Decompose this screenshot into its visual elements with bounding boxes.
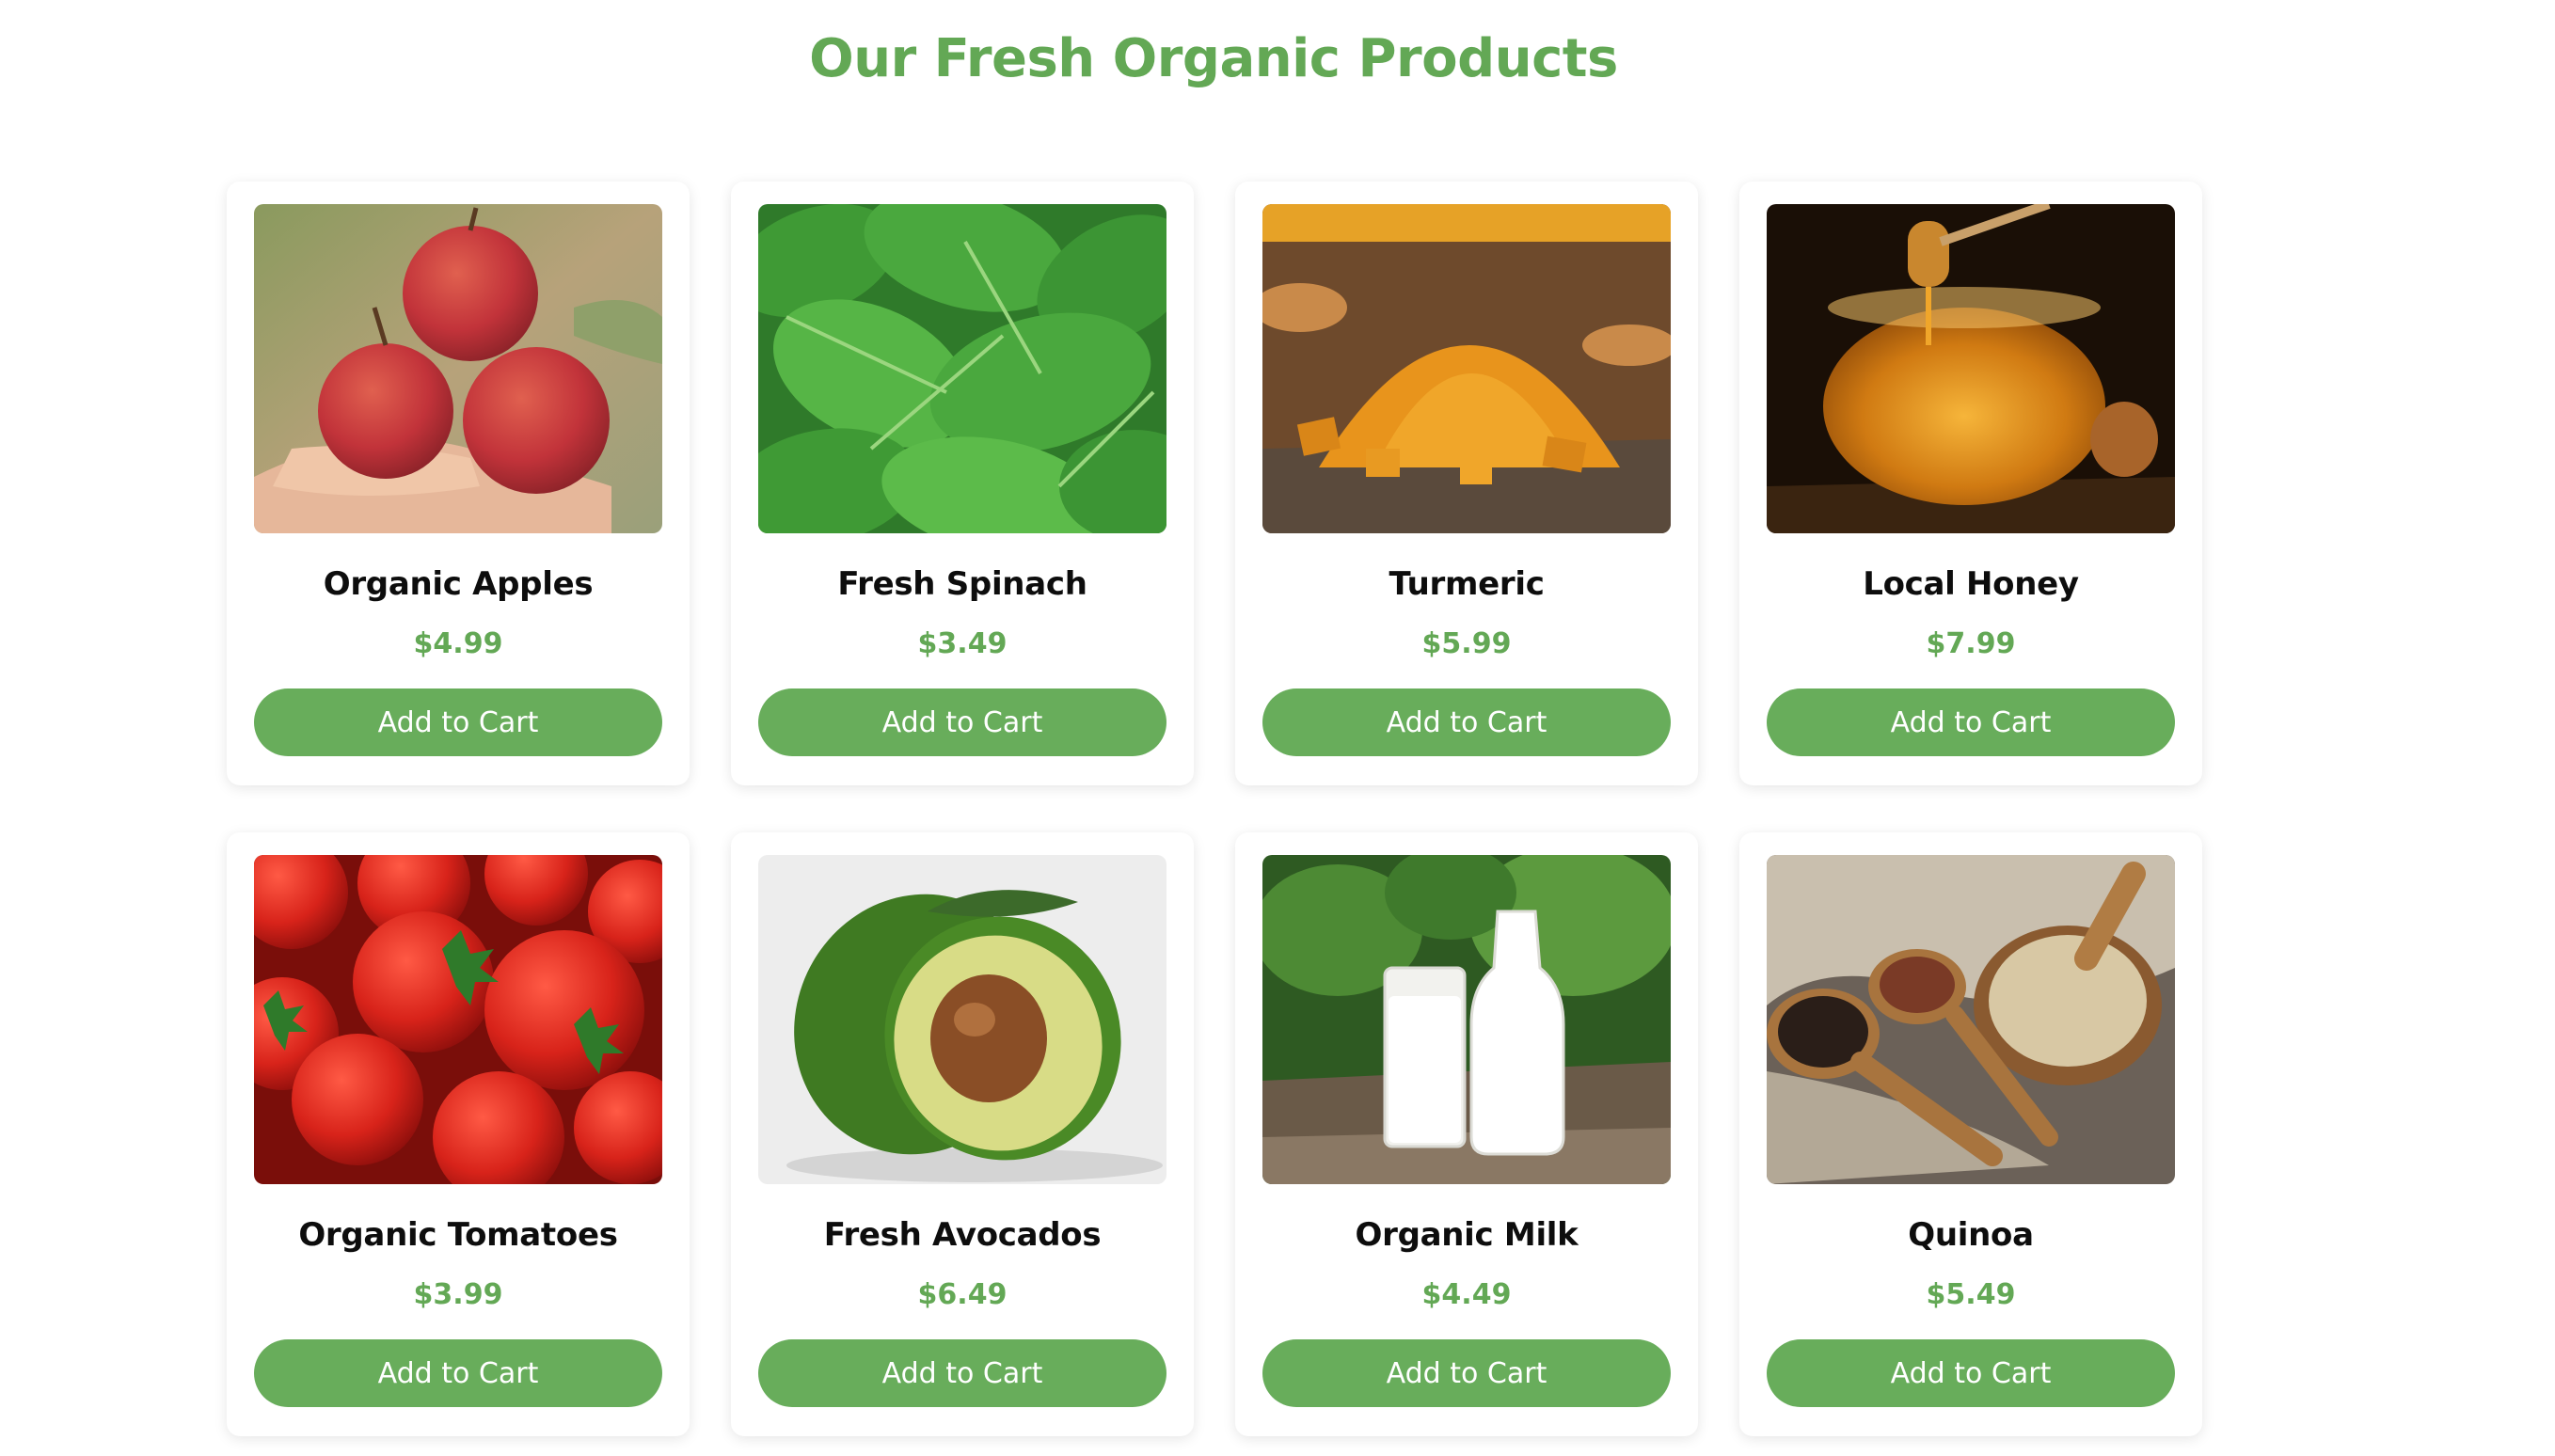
add-to-cart-button[interactable]: Add to Cart bbox=[1767, 688, 2175, 756]
add-to-cart-button[interactable]: Add to Cart bbox=[1262, 1339, 1671, 1407]
product-price: $5.49 bbox=[1926, 1278, 2016, 1311]
product-grid: Organic Apples $4.99 Add to Cart Fresh S… bbox=[227, 182, 2202, 1436]
add-to-cart-button[interactable]: Add to Cart bbox=[1767, 1339, 2175, 1407]
product-card: Organic Milk $4.49 Add to Cart bbox=[1235, 832, 1698, 1436]
product-image-avocados[interactable] bbox=[758, 855, 1166, 1184]
product-name: Fresh Spinach bbox=[837, 565, 1087, 603]
product-image-spinach[interactable] bbox=[758, 204, 1166, 533]
product-card: Fresh Spinach $3.49 Add to Cart bbox=[731, 182, 1194, 785]
product-image-turmeric[interactable] bbox=[1262, 204, 1671, 533]
product-name: Organic Milk bbox=[1355, 1216, 1579, 1254]
product-card: Turmeric $5.99 Add to Cart bbox=[1235, 182, 1698, 785]
product-name: Turmeric bbox=[1389, 565, 1545, 603]
product-card: Fresh Avocados $6.49 Add to Cart bbox=[731, 832, 1194, 1436]
product-card: Quinoa $5.49 Add to Cart bbox=[1739, 832, 2202, 1436]
product-price: $3.99 bbox=[413, 1278, 503, 1311]
add-to-cart-button[interactable]: Add to Cart bbox=[1262, 688, 1671, 756]
product-price: $6.49 bbox=[917, 1278, 1008, 1311]
add-to-cart-button[interactable]: Add to Cart bbox=[254, 1339, 662, 1407]
product-name: Local Honey bbox=[1863, 565, 2079, 603]
product-name: Organic Apples bbox=[323, 565, 594, 603]
product-card: Local Honey $7.99 Add to Cart bbox=[1739, 182, 2202, 785]
product-image-quinoa[interactable] bbox=[1767, 855, 2175, 1184]
add-to-cart-button[interactable]: Add to Cart bbox=[758, 1339, 1166, 1407]
product-image-milk[interactable] bbox=[1262, 855, 1671, 1184]
product-price: $4.49 bbox=[1421, 1278, 1512, 1311]
product-card: Organic Apples $4.99 Add to Cart bbox=[227, 182, 690, 785]
product-image-apples[interactable] bbox=[254, 204, 662, 533]
add-to-cart-button[interactable]: Add to Cart bbox=[758, 688, 1166, 756]
product-name: Quinoa bbox=[1908, 1216, 2034, 1254]
product-price: $3.49 bbox=[917, 627, 1008, 660]
page-title: Our Fresh Organic Products bbox=[809, 28, 1618, 89]
product-image-honey[interactable] bbox=[1767, 204, 2175, 533]
product-price: $5.99 bbox=[1421, 627, 1512, 660]
add-to-cart-button[interactable]: Add to Cart bbox=[254, 688, 662, 756]
product-card: Organic Tomatoes $3.99 Add to Cart bbox=[227, 832, 690, 1436]
product-price: $7.99 bbox=[1926, 627, 2016, 660]
product-name: Fresh Avocados bbox=[823, 1216, 1102, 1254]
product-name: Organic Tomatoes bbox=[298, 1216, 618, 1254]
product-price: $4.99 bbox=[413, 627, 503, 660]
product-image-tomatoes[interactable] bbox=[254, 855, 662, 1184]
